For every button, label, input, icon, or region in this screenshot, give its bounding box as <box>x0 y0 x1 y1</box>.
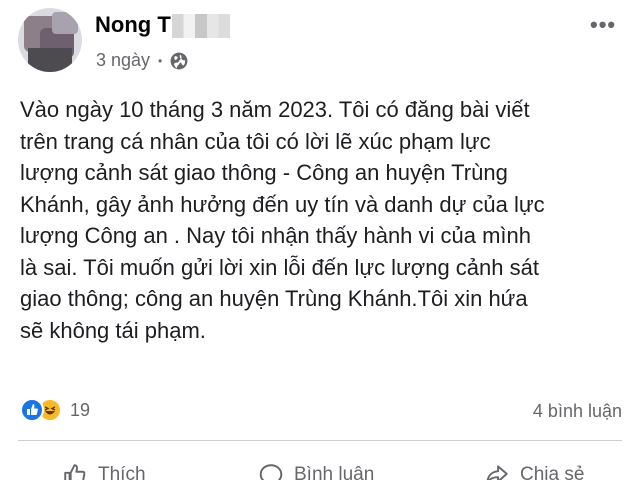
post-time[interactable]: 3 ngày <box>96 50 150 71</box>
post-meta: 3 ngày • <box>96 50 188 71</box>
post-text-line: Khánh, gây ảnh hưởng đến uy tín và danh … <box>20 191 545 217</box>
post-text-line: lượng Công an . Nay tôi nhận thấy hành v… <box>20 223 532 248</box>
share-button[interactable]: Chia sẻ <box>484 462 584 480</box>
like-reaction-icon <box>20 398 44 422</box>
like-button[interactable]: Thích <box>62 462 146 480</box>
post-body: Vào ngày 10 tháng 3 năm 2023. Tôi có đăn… <box>20 94 632 346</box>
more-options-icon[interactable]: ••• <box>590 12 616 38</box>
post-text-line: Vào ngày 10 tháng 3 năm 2023. Tôi có đăn… <box>20 97 530 122</box>
comment-button-label: Bình luận <box>294 464 375 480</box>
like-button-label: Thích <box>98 464 146 480</box>
post-text-line: giao thông; công an huyện Trùng Khánh.Tô… <box>20 286 528 311</box>
share-icon <box>486 465 508 480</box>
separator-dot: • <box>158 53 163 68</box>
divider <box>18 440 622 441</box>
avatar[interactable] <box>18 8 82 72</box>
reaction-count: 19 <box>70 399 91 420</box>
author-name-redaction <box>172 14 230 38</box>
author-name[interactable]: Nong T <box>95 12 171 38</box>
post-text-line: trên trang cá nhân của tôi có lời lẽ xúc… <box>20 128 491 154</box>
globe-icon[interactable] <box>170 52 188 70</box>
avatar-pixelation <box>52 12 78 34</box>
facebook-post: Nong T 3 ngày • ••• Vào ngày 10 tháng 3 … <box>0 0 640 480</box>
post-text-line: sẽ không tái phạm. <box>20 317 206 343</box>
thumbs-up-icon <box>64 464 86 480</box>
post-text-line: là sai. Tôi muốn gửi lời xin lỗi đến lực… <box>20 254 539 280</box>
post-text-line: lượng cảnh sát giao thông - Công an huyệ… <box>20 160 508 185</box>
share-button-label: Chia sẻ <box>520 464 585 480</box>
comment-icon <box>259 464 283 480</box>
comments-count[interactable]: 4 bình luận <box>533 401 622 422</box>
comment-button[interactable]: Bình luận <box>258 462 374 480</box>
reaction-summary[interactable]: 19 <box>20 398 90 422</box>
avatar-pixelation <box>28 48 72 72</box>
